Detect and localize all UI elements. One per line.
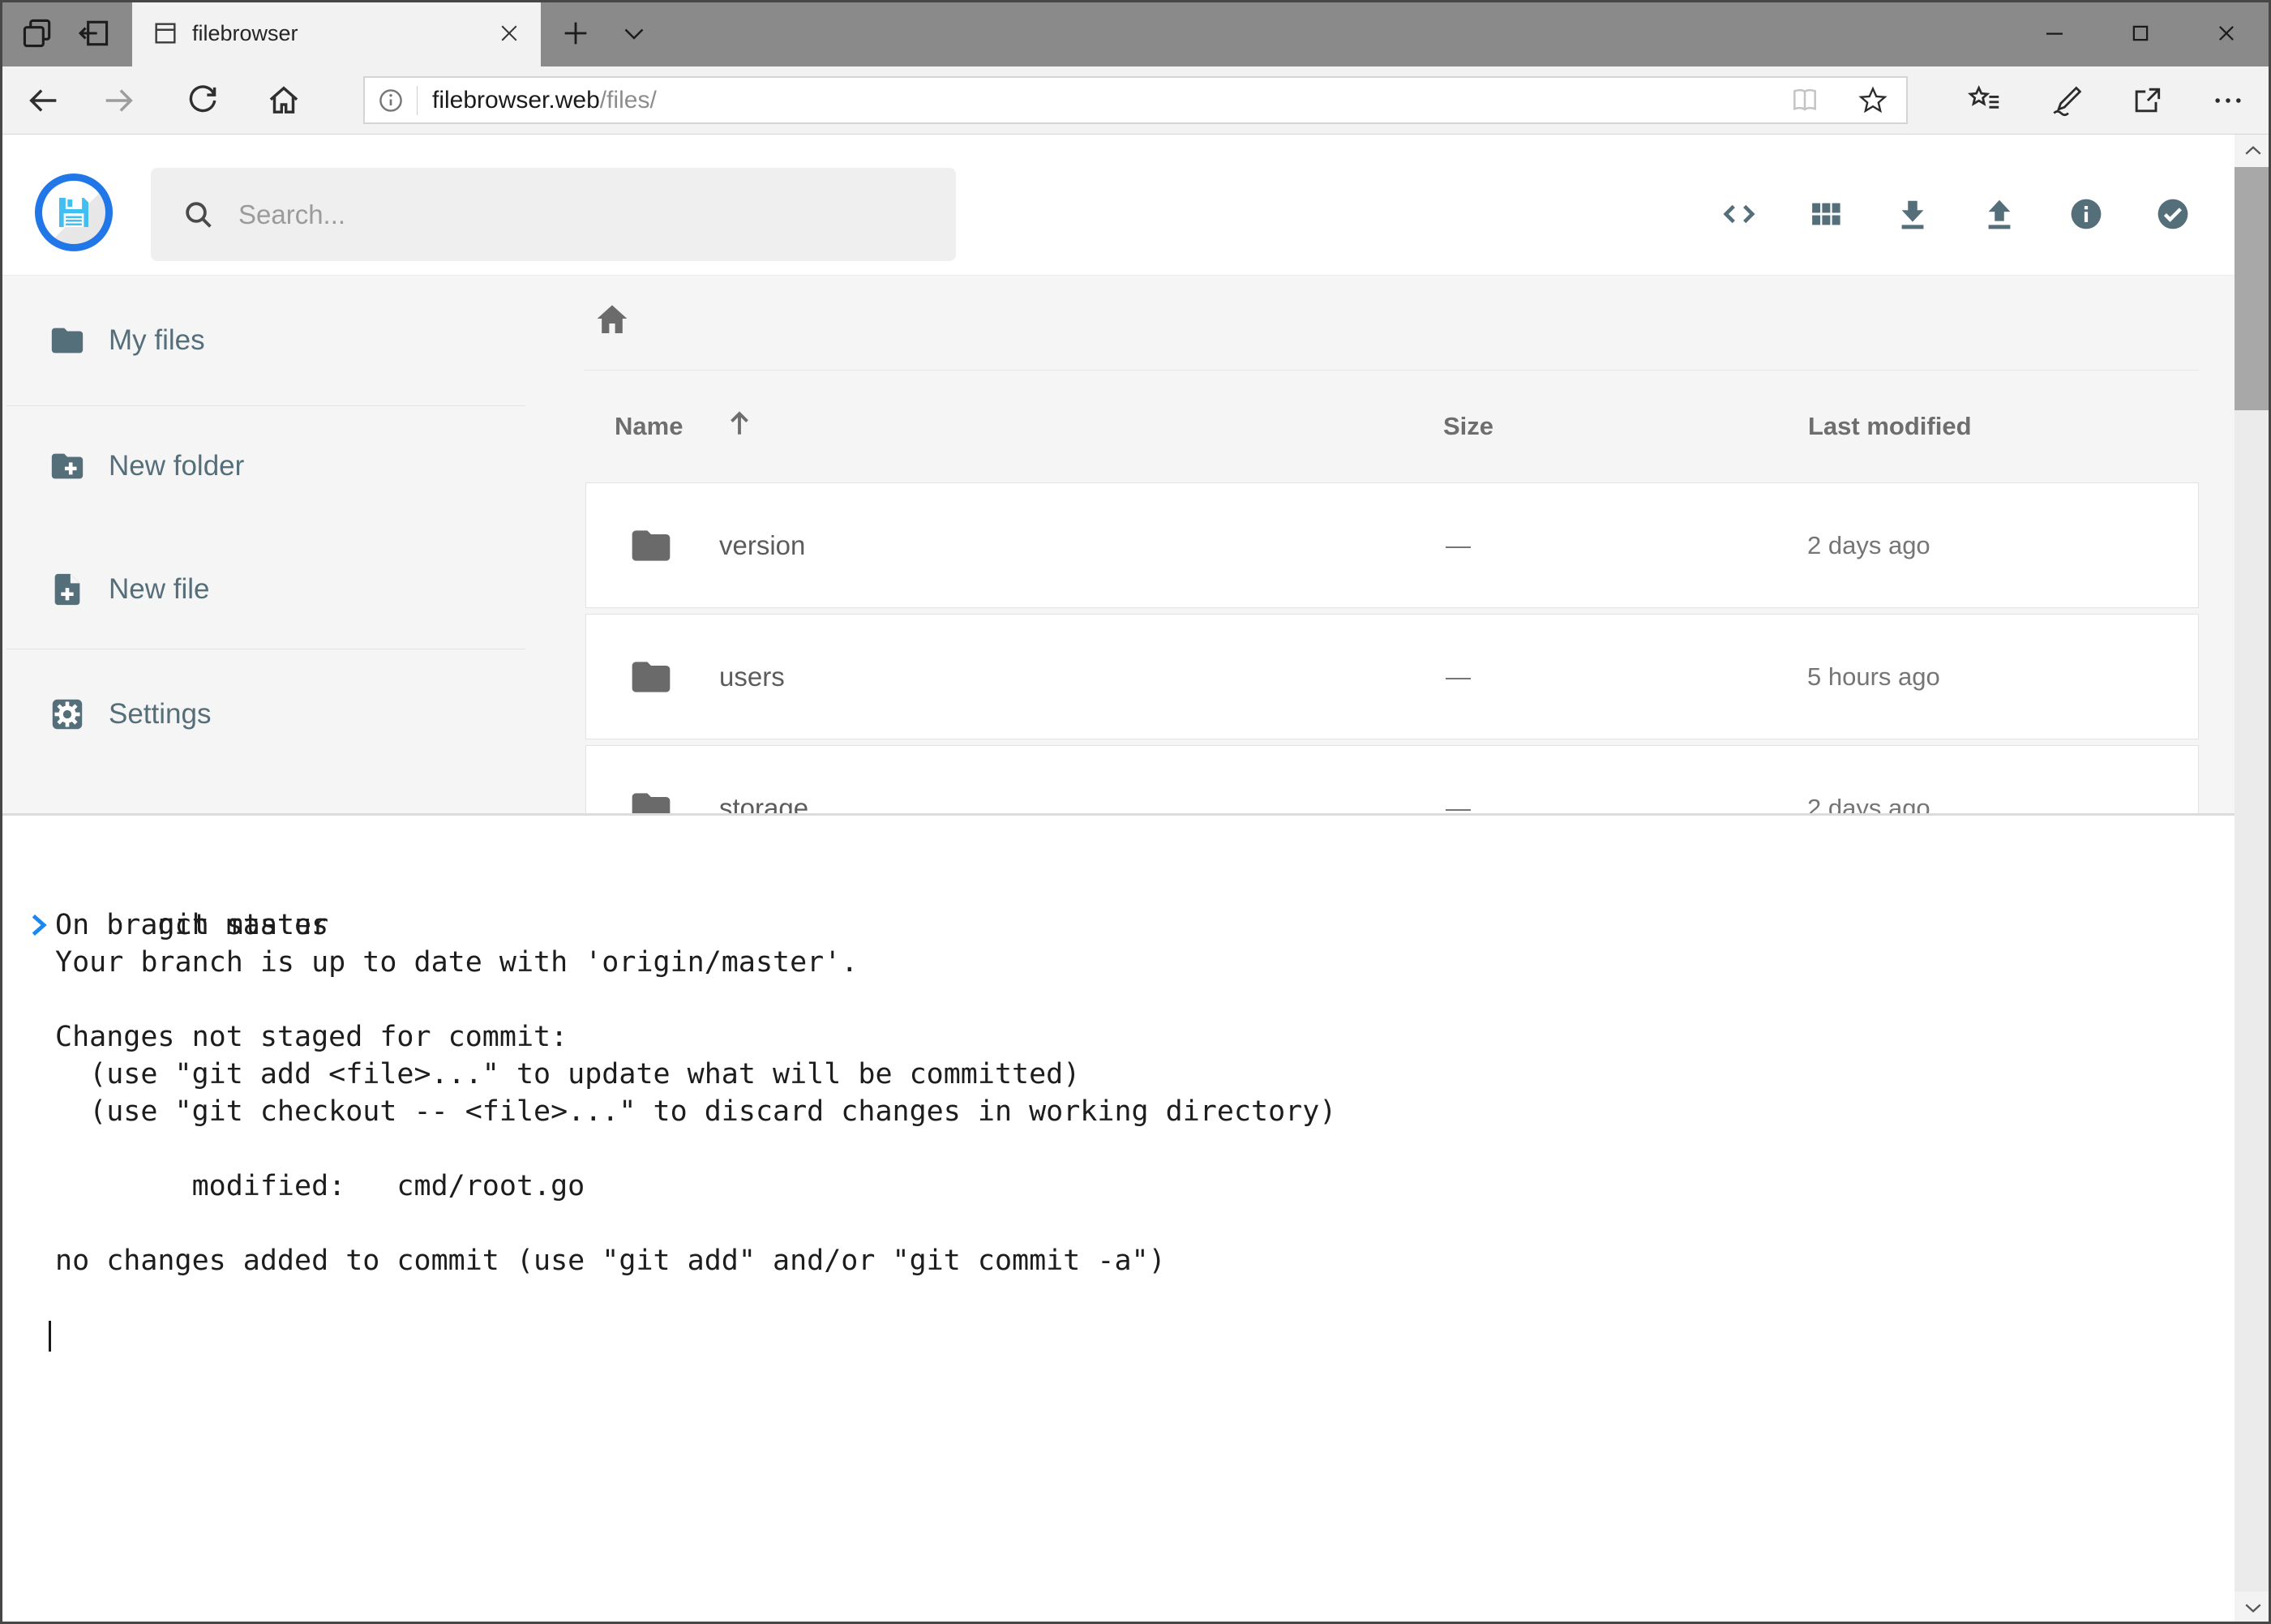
folder-icon: [628, 654, 674, 700]
more-ellipsis-icon[interactable]: [2209, 81, 2247, 120]
address-bar[interactable]: filebrowser.web/files/: [363, 76, 1908, 124]
share-icon[interactable]: [2127, 81, 2166, 120]
prompt-chevron-icon: [24, 837, 161, 1013]
terminal-line: Your branch is up to date with 'origin/m…: [55, 944, 2235, 981]
sort-ascending-icon[interactable]: [722, 405, 757, 441]
url-path: /files/: [600, 87, 657, 114]
minimize-icon[interactable]: [2012, 0, 2097, 66]
set-tabs-aside-icon[interactable]: [75, 14, 114, 53]
terminal-line: Changes not staged for commit:: [55, 1018, 2235, 1056]
scroll-down-icon[interactable]: [2235, 1592, 2271, 1624]
site-info-icon[interactable]: [376, 86, 405, 115]
terminal-line: (use "git add <file>..." to update what …: [55, 1056, 2235, 1093]
toolbar-right-buttons: [1965, 81, 2247, 120]
check-circle-icon[interactable]: [2154, 195, 2192, 233]
sidebar-item-my-files[interactable]: My files: [0, 303, 531, 378]
sidebar-item-settings[interactable]: Settings: [0, 677, 531, 752]
gear-icon: [49, 696, 86, 733]
column-header-modified[interactable]: Last modified: [1808, 412, 1972, 441]
terminal-line: no changes added to commit (use "git add…: [55, 1242, 2235, 1279]
file-size: —: [1446, 662, 1471, 692]
file-row-users[interactable]: users — 5 hours ago: [585, 614, 2199, 739]
terminal-panel[interactable]: git status On branch master Your branch …: [0, 813, 2235, 1624]
search-input[interactable]: [237, 199, 905, 231]
code-icon[interactable]: [1720, 195, 1758, 233]
file-row-version[interactable]: version — 2 days ago: [585, 482, 2199, 608]
terminal-prompt-line: git status: [55, 832, 2235, 869]
forward-icon[interactable]: [99, 81, 138, 120]
url-text[interactable]: filebrowser.web/files/: [432, 87, 657, 114]
breadcrumb-home-icon[interactable]: [593, 300, 632, 339]
sidebar-item-label: New folder: [109, 450, 244, 482]
file-modified: 2 days ago: [1807, 531, 1930, 560]
upload-icon[interactable]: [1981, 195, 2018, 233]
terminal-cursor-line: [55, 1317, 2235, 1354]
browser-window: filebrowser: [0, 0, 2271, 1624]
terminal-line: [55, 981, 2235, 1018]
folder-plus-icon: [49, 448, 86, 485]
app-actions: [1720, 195, 2192, 233]
sidebar-item-new-folder[interactable]: New folder: [0, 429, 531, 503]
reading-view-icon[interactable]: [1789, 85, 1820, 116]
text-cursor: [49, 1321, 51, 1352]
tab-favicon-icon: [152, 19, 179, 47]
back-icon[interactable]: [24, 81, 63, 120]
scroll-up-icon[interactable]: [2235, 135, 2271, 167]
file-modified: 5 hours ago: [1807, 662, 1940, 692]
file-name: version: [719, 530, 805, 561]
favorites-hub-icon[interactable]: [1965, 81, 2004, 120]
column-header-name[interactable]: Name: [615, 412, 683, 441]
terminal-line: [55, 869, 2235, 906]
terminal-line: [55, 1279, 2235, 1317]
sidebar-item-label: New file: [109, 573, 209, 606]
browser-toolbar: filebrowser.web/files/: [0, 66, 2271, 135]
page-scrollbar[interactable]: [2235, 135, 2271, 1624]
favorite-star-icon[interactable]: [1858, 85, 1888, 116]
terminal-line: [55, 1205, 2235, 1242]
window-controls: [2012, 0, 2269, 66]
maximize-icon[interactable]: [2097, 0, 2183, 66]
folder-icon: [628, 523, 674, 568]
terminal-line: modified: cmd/root.go: [55, 1168, 2235, 1205]
listing-divider: [584, 370, 2199, 371]
url-domain: filebrowser.web: [432, 87, 600, 114]
folder-icon: [49, 322, 86, 359]
sidebar-item-label: Settings: [109, 698, 211, 731]
grid-view-icon[interactable]: [1807, 195, 1845, 233]
file-size: —: [1446, 531, 1471, 560]
address-separator: [417, 86, 418, 115]
tab-title: filebrowser: [192, 21, 298, 46]
tab-preview-icon[interactable]: [18, 14, 57, 53]
app-header: [0, 135, 2235, 276]
filebrowser-logo-icon: [35, 174, 113, 251]
search-icon: [182, 198, 216, 232]
terminal-line: (use "git checkout -- <file>..." to disc…: [55, 1093, 2235, 1130]
terminal-line: On branch master: [55, 906, 2235, 944]
sidebar-item-new-file[interactable]: New file: [0, 552, 531, 627]
sidebar-divider: [6, 405, 525, 406]
column-header-size[interactable]: Size: [1443, 412, 1493, 441]
ink-notes-icon[interactable]: [2046, 81, 2085, 120]
browser-tab[interactable]: filebrowser: [132, 0, 541, 66]
tab-options-chevron-icon[interactable]: [615, 14, 653, 53]
new-tab-icon[interactable]: [556, 14, 595, 53]
sidebar-item-label: My files: [109, 324, 205, 357]
scrollbar-thumb[interactable]: [2235, 167, 2271, 410]
close-window-icon[interactable]: [2183, 0, 2269, 66]
terminal-command: git status: [157, 909, 328, 941]
info-icon[interactable]: [2067, 195, 2105, 233]
tab-strip: filebrowser: [0, 0, 2271, 66]
download-icon[interactable]: [1894, 195, 1931, 233]
home-nav-icon[interactable]: [264, 81, 303, 120]
file-name: users: [719, 662, 785, 692]
refresh-icon[interactable]: [183, 81, 222, 120]
file-plus-icon: [49, 571, 86, 608]
terminal-line: [55, 1130, 2235, 1168]
tab-close-icon[interactable]: [497, 21, 521, 45]
search-box[interactable]: [151, 168, 956, 261]
